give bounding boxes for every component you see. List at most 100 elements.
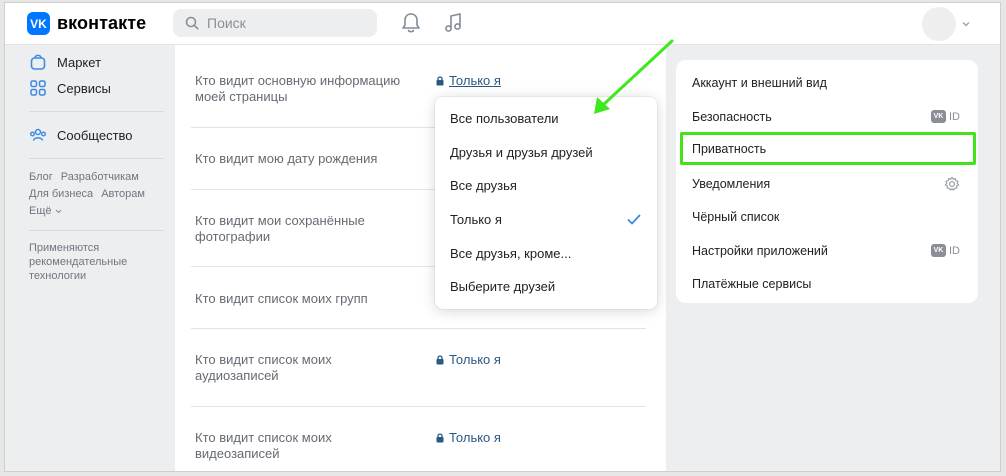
avatar xyxy=(922,7,956,41)
footer-link-authors[interactable]: Авторам xyxy=(101,188,145,200)
chevron-down-icon xyxy=(55,209,61,214)
dropdown-option-only-me[interactable]: Только я xyxy=(435,203,657,237)
privacy-value-text: Только я xyxy=(449,352,501,367)
search-box[interactable] xyxy=(173,9,377,37)
settings-item-account[interactable]: Аккаунт и внешний вид xyxy=(676,66,978,99)
settings-item-payments[interactable]: Платёжные сервисы xyxy=(676,267,978,300)
settings-item-security[interactable]: Безопасность VK ID xyxy=(676,100,978,133)
label-line: Кто видит мои сохранённые xyxy=(195,213,365,228)
sidebar-item-market[interactable]: Маркет xyxy=(29,49,164,75)
settings-item-app-settings[interactable]: Настройки приложений VK ID xyxy=(676,234,978,267)
settings-item-label: Настройки приложений xyxy=(692,243,828,258)
lock-icon xyxy=(436,433,444,442)
privacy-value-dropdown[interactable]: Только я xyxy=(436,73,501,88)
footer-links: Блог Разработчикам Для бизнеса Авторам Ещё xyxy=(29,169,164,220)
vk-logo-text: вконтакте xyxy=(57,13,147,33)
sidebar-divider xyxy=(29,111,164,112)
dropdown-option-all-friends[interactable]: Все друзья xyxy=(435,169,657,203)
label-line: моей страницы xyxy=(195,89,288,104)
sidebar-item-community[interactable]: Сообщество xyxy=(29,122,164,148)
label-line: Кто видит основную информацию xyxy=(195,73,401,88)
privacy-row-label: Кто видит список моих групп xyxy=(195,291,410,307)
sidebar-item-label: Сообщество xyxy=(57,127,133,143)
settings-item-blacklist[interactable]: Чёрный список xyxy=(676,200,978,233)
row-divider xyxy=(191,406,646,407)
vk-id-icon: VK xyxy=(931,244,946,257)
privacy-value-dropdown[interactable]: Только я xyxy=(436,430,501,445)
footer-link-blog[interactable]: Блог xyxy=(29,171,53,183)
vk-logo[interactable]: VK вконтакте xyxy=(27,12,146,35)
sidebar-divider xyxy=(29,158,164,159)
lock-icon xyxy=(436,355,444,364)
settings-item-label: Безопасность xyxy=(692,109,772,124)
dropdown-option-choose-friends[interactable]: Выберите друзей xyxy=(435,270,657,304)
lock-icon xyxy=(436,76,444,85)
option-label: Все пользователи xyxy=(450,111,559,127)
dropdown-option-all-users[interactable]: Все пользователи xyxy=(435,102,657,136)
sidebar-item-label: Сервисы xyxy=(57,80,111,96)
community-icon xyxy=(30,128,46,141)
privacy-row-label: Кто видит список моих видеозаписей xyxy=(195,430,410,462)
label-line: Кто видит список моих xyxy=(195,430,332,445)
privacy-row-label: Кто видит основную информацию моей стран… xyxy=(195,73,410,105)
label-line: аудиозаписей xyxy=(195,368,279,383)
recommendation-line: Применяются xyxy=(29,242,100,254)
footer-link-developers[interactable]: Разработчикам xyxy=(61,171,139,183)
privacy-value-text: Только я xyxy=(449,73,501,88)
top-header: VK вконтакте xyxy=(5,3,1000,45)
gear-icon xyxy=(944,176,960,191)
row-divider xyxy=(191,328,646,329)
vk-window: VK вконтакте Поиск Маркет Сервисы Сообще… xyxy=(4,2,1001,472)
vk-id-badge: VK ID xyxy=(931,110,960,123)
label-line: Кто видит список моих групп xyxy=(195,291,368,306)
option-label: Выберите друзей xyxy=(450,279,556,295)
settings-item-label: Чёрный список xyxy=(692,209,780,224)
vk-id-label: ID xyxy=(949,110,960,123)
sidebar-item-services[interactable]: Сервисы xyxy=(29,75,164,101)
dropdown-option-all-friends-except[interactable]: Все друзья, кроме... xyxy=(435,236,657,270)
privacy-row-label: Кто видит список моих аудиозаписей xyxy=(195,352,410,384)
privacy-row-label: Кто видит мою дату рождения xyxy=(195,151,410,167)
label-line: Кто видит список моих xyxy=(195,352,332,367)
label-line: фотографии xyxy=(195,229,271,244)
privacy-value-text: Только я xyxy=(449,430,501,445)
footer-more-label: Ещё xyxy=(29,205,52,217)
privacy-options-dropdown: Все пользователи Друзья и друзья друзей … xyxy=(435,97,657,309)
search-input[interactable] xyxy=(207,15,357,31)
settings-item-label: Аккаунт и внешний вид xyxy=(692,75,827,90)
privacy-row-label: Кто видит мои сохранённые фотографии xyxy=(195,213,410,245)
label-line: видеозаписей xyxy=(195,446,280,461)
music-icon[interactable] xyxy=(443,12,463,34)
settings-item-label: Платёжные сервисы xyxy=(692,276,812,291)
recommendation-line: рекомендательные xyxy=(29,256,128,268)
dropdown-option-friends-of-friends[interactable]: Друзья и друзья друзей xyxy=(435,136,657,170)
sidebar-item-label: Маркет xyxy=(57,54,102,70)
vk-id-badge: VK ID xyxy=(931,244,960,257)
footer-link-business[interactable]: Для бизнеса xyxy=(29,188,93,200)
vk-logo-icon: VK xyxy=(27,12,50,35)
grid-icon xyxy=(30,80,46,96)
recommendation-note[interactable]: Применяются рекомендательные технологии xyxy=(29,241,164,283)
chevron-down-icon xyxy=(962,22,970,27)
settings-item-label: Приватность xyxy=(692,141,767,156)
bag-icon xyxy=(30,54,46,70)
vk-id-label: ID xyxy=(949,244,960,257)
footer-link-more[interactable]: Ещё xyxy=(29,203,164,220)
option-label: Все друзья xyxy=(450,178,517,194)
settings-item-notifications[interactable]: Уведомления xyxy=(676,167,978,200)
label-line: Кто видит мою дату рождения xyxy=(195,151,378,166)
profile-menu[interactable] xyxy=(922,7,970,41)
sidebar-divider xyxy=(29,230,164,231)
search-icon xyxy=(185,16,199,30)
privacy-value-dropdown[interactable]: Только я xyxy=(436,352,501,367)
settings-menu: Аккаунт и внешний вид Безопасность VK ID … xyxy=(676,60,978,303)
recommendation-line: технологии xyxy=(29,270,87,282)
settings-item-label: Уведомления xyxy=(692,176,771,191)
settings-item-privacy[interactable]: Приватность xyxy=(680,132,976,165)
left-sidebar: Маркет Сервисы Сообщество Блог Разработч… xyxy=(29,49,164,283)
option-label: Друзья и друзья друзей xyxy=(450,144,593,160)
option-label: Все друзья, кроме... xyxy=(450,245,572,261)
option-label: Только я xyxy=(450,212,502,228)
vk-id-icon: VK xyxy=(931,110,946,123)
bell-icon[interactable] xyxy=(401,12,421,34)
